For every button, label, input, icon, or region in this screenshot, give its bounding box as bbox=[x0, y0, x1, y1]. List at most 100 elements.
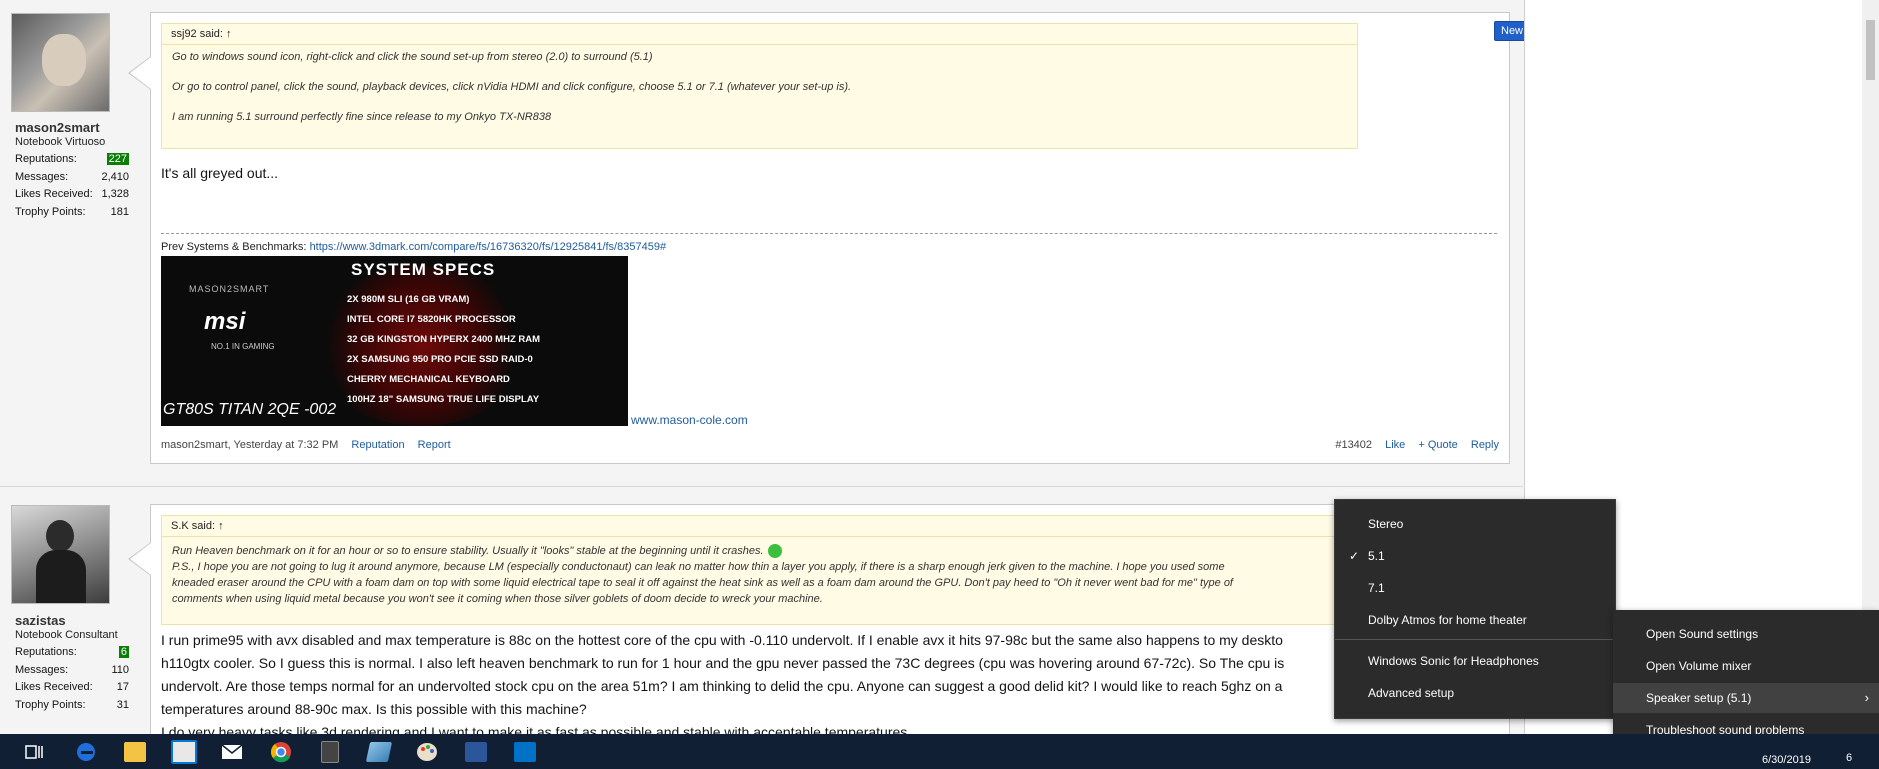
report-link[interactable]: Report bbox=[418, 439, 451, 451]
menu-item-open-volume-mixer[interactable]: Open Volume mixer bbox=[1646, 659, 1751, 673]
post-meta: mason2smart, Yesterday at 7:32 PM bbox=[161, 439, 339, 451]
notification-badge[interactable]: 6 bbox=[1846, 752, 1852, 764]
quote-link[interactable]: + Quote bbox=[1418, 439, 1457, 451]
outlook-icon[interactable] bbox=[506, 734, 544, 769]
word-icon[interactable] bbox=[457, 734, 495, 769]
banner-model: GT80S TITAN 2QE -002 bbox=[163, 401, 337, 418]
username[interactable]: sazistas bbox=[15, 613, 66, 628]
website-link[interactable]: www.mason-cole.com bbox=[631, 413, 748, 427]
user-stats: Reputations: 6 Messages: 110 Likes Receive… bbox=[15, 646, 129, 716]
avatar[interactable] bbox=[11, 13, 110, 112]
quote-body: Go to windows sound icon, right-click an… bbox=[162, 45, 1357, 133]
quote-block: ssj92 said: ↑ Go to windows sound icon, … bbox=[161, 23, 1358, 149]
signature-banner-image[interactable]: MASON2SMART msi NO.1 IN GAMING SYSTEM SP… bbox=[161, 256, 628, 426]
message-pointer-inner bbox=[130, 57, 151, 89]
spec-line: 2X 980M SLI (16 GB VRAM) bbox=[347, 294, 470, 305]
message-line: h110gtx cooler. So I guess this is norma… bbox=[161, 655, 1285, 671]
benchmark-link[interactable]: https://www.3dmark.com/compare/fs/167363… bbox=[310, 241, 667, 253]
post: sazistas Notebook Consultant Reputations… bbox=[0, 487, 1523, 734]
menu-item-advanced-setup[interactable]: Advanced setup bbox=[1368, 686, 1454, 700]
message-line: temperatures around 88-90c max. Is this … bbox=[161, 701, 587, 717]
menu-item-open-sound-settings[interactable]: Open Sound settings bbox=[1646, 627, 1758, 641]
signature-line: Prev Systems & Benchmarks: https://www.3… bbox=[161, 241, 666, 253]
spec-line: 2X SAMSUNG 950 PRO PCIE SSD RAID-0 bbox=[347, 354, 533, 365]
quote-line: comments when using liquid metal because… bbox=[172, 593, 823, 605]
menu-item-speaker-setup[interactable]: Speaker setup (5.1) bbox=[1646, 691, 1751, 705]
speaker-setup-menu: Stereo ✓ 5.1 7.1 Dolby Atmos for home th… bbox=[1334, 499, 1616, 719]
signature-label: Prev Systems & Benchmarks: bbox=[161, 241, 307, 253]
message-text: It's all greyed out... bbox=[161, 165, 279, 181]
quote-line: Or go to control panel, click the sound,… bbox=[172, 81, 852, 93]
signature-divider bbox=[161, 233, 1497, 234]
user-title: Notebook Consultant bbox=[15, 629, 118, 641]
message-box: S.K said: ↑ Run Heaven benchmark on it f… bbox=[130, 504, 1510, 734]
stat-likes: Likes Received: 1,328 bbox=[15, 188, 129, 200]
quote-line: Go to windows sound icon, right-click an… bbox=[172, 51, 653, 63]
message-line: undervolt. Are those temps normal for an… bbox=[161, 678, 1283, 694]
menu-separator bbox=[1335, 639, 1615, 640]
menu-item-windows-sonic[interactable]: Windows Sonic for Headphones bbox=[1368, 654, 1539, 668]
spec-line: INTEL CORE I7 5820HK PROCESSOR bbox=[347, 314, 516, 325]
reply-link[interactable]: Reply bbox=[1471, 439, 1499, 451]
quote-block: S.K said: ↑ Run Heaven benchmark on it f… bbox=[161, 515, 1358, 625]
quote-line: kneaded eraser around the CPU with a foa… bbox=[172, 577, 1233, 589]
banner-watermark: MASON2SMART bbox=[189, 284, 270, 294]
forum-page: mason2smart Notebook Virtuoso Reputation… bbox=[0, 0, 1525, 734]
chrome-icon[interactable] bbox=[262, 734, 300, 769]
stat-reputation: Reputations: 6 bbox=[15, 646, 129, 658]
stat-likes: Likes Received: 17 bbox=[15, 681, 129, 693]
message-text: I run prime95 with avx disabled and max … bbox=[161, 629, 1481, 734]
banner-heading: SYSTEM SPECS bbox=[351, 260, 496, 279]
stat-trophy: Trophy Points: 181 bbox=[15, 205, 129, 218]
spec-line: CHERRY MECHANICAL KEYBOARD bbox=[347, 374, 510, 385]
task-view-icon[interactable] bbox=[15, 734, 53, 769]
stat-trophy: Trophy Points: 31 bbox=[15, 698, 129, 711]
message-pointer-inner bbox=[130, 543, 151, 575]
message-line: I run prime95 with avx disabled and max … bbox=[161, 632, 1283, 648]
quote-author[interactable]: S.K said: ↑ bbox=[162, 516, 1357, 537]
quote-body: Run Heaven benchmark on it for an hour o… bbox=[162, 537, 1357, 613]
sound-context-menu: Open Sound settings Open Volume mixer Sp… bbox=[1613, 610, 1879, 750]
post-actions: #13402 Like + Quote Reply bbox=[1321, 439, 1499, 451]
mail-icon[interactable] bbox=[213, 734, 251, 769]
user-title: Notebook Virtuoso bbox=[15, 136, 106, 148]
post: mason2smart Notebook Virtuoso Reputation… bbox=[0, 0, 1524, 487]
menu-item-7-1[interactable]: 7.1 bbox=[1368, 581, 1385, 595]
message-box: ssj92 said: ↑ Go to windows sound icon, … bbox=[130, 12, 1510, 464]
calculator-icon[interactable] bbox=[311, 734, 349, 769]
paint-icon[interactable] bbox=[408, 734, 446, 769]
stat-messages: Messages: 2,410 bbox=[15, 170, 129, 183]
store-icon[interactable] bbox=[165, 734, 203, 769]
quote-line: P.S., I hope you are not going to lug it… bbox=[172, 561, 1225, 573]
user-stats: Reputations: 227 Messages: 2,410 Likes Rec… bbox=[15, 153, 129, 223]
spec-line: 32 GB KINGSTON HYPERX 2400 MHZ RAM bbox=[347, 334, 541, 345]
post-number[interactable]: #13402 bbox=[1335, 439, 1372, 451]
stat-messages: Messages: 110 bbox=[15, 663, 129, 676]
avatar[interactable] bbox=[11, 505, 110, 604]
tray-date[interactable]: 6/30/2019 bbox=[1762, 754, 1811, 766]
stat-reputation: Reputations: 227 bbox=[15, 153, 129, 165]
quote-line: Run Heaven benchmark on it for an hour o… bbox=[172, 543, 1347, 559]
menu-item-5-1[interactable]: 5.1 bbox=[1368, 549, 1385, 563]
scroll-thumb[interactable] bbox=[1866, 20, 1875, 80]
paint3d-icon[interactable] bbox=[360, 734, 398, 769]
banner-tagline: NO.1 IN GAMING bbox=[211, 342, 275, 351]
msi-logo: msi bbox=[204, 308, 246, 335]
quote-line: I am running 5.1 surround perfectly fine… bbox=[172, 111, 552, 123]
taskbar: 6/30/2019 6 bbox=[0, 734, 1879, 769]
post-footer: mason2smart, Yesterday at 7:32 PM Reputa… bbox=[161, 439, 1499, 451]
checkmark-icon: ✓ bbox=[1349, 549, 1360, 563]
like-link[interactable]: Like bbox=[1385, 439, 1405, 451]
edge-icon[interactable] bbox=[67, 734, 105, 769]
reputation-link[interactable]: Reputation bbox=[351, 439, 404, 451]
quote-author[interactable]: ssj92 said: ↑ bbox=[162, 24, 1357, 45]
username[interactable]: mason2smart bbox=[15, 120, 100, 135]
menu-item-dolby-atmos[interactable]: Dolby Atmos for home theater bbox=[1368, 613, 1527, 627]
file-explorer-icon[interactable] bbox=[116, 734, 154, 769]
new-badge: New bbox=[1494, 21, 1524, 41]
chevron-right-icon: › bbox=[1864, 690, 1869, 705]
spec-line: 100HZ 18" SAMSUNG TRUE LIFE DISPLAY bbox=[347, 394, 540, 405]
message-line: I do very heavy tasks like 3d rendering … bbox=[161, 724, 912, 734]
menu-item-stereo[interactable]: Stereo bbox=[1368, 517, 1403, 531]
grin-smiley-icon bbox=[767, 544, 782, 559]
